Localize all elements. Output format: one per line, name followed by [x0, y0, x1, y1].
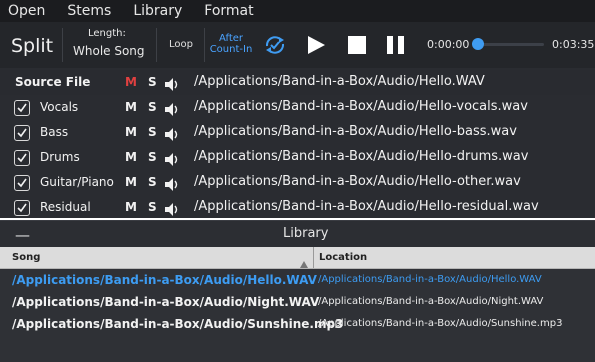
column-divider[interactable]	[313, 247, 314, 268]
mute-button[interactable]: M	[125, 200, 137, 214]
after-count-in-button[interactable]: After Count-In	[209, 33, 253, 55]
toolbar-divider	[156, 28, 157, 62]
stem-checkbox[interactable]	[14, 200, 30, 216]
solo-button[interactable]: S	[148, 75, 157, 89]
solo-button[interactable]: S	[148, 175, 157, 189]
stem-name: Bass	[40, 125, 69, 139]
speaker-icon[interactable]	[165, 176, 179, 195]
solo-button[interactable]: S	[148, 100, 157, 114]
stem-name: Residual	[40, 200, 91, 214]
menu-open[interactable]: Open	[0, 3, 57, 19]
stem-checkbox[interactable]	[14, 175, 30, 191]
stem-row-bass: Bass M S /Applications/Band-in-a-Box/Aud…	[0, 120, 595, 145]
app-title: Split	[11, 35, 54, 57]
source-file-label: Source File	[15, 75, 91, 89]
menu-format[interactable]: Format	[194, 3, 265, 19]
loop-button[interactable]: Loop	[169, 39, 193, 50]
progress-slider[interactable]	[478, 43, 544, 46]
stem-name: Vocals	[40, 100, 79, 114]
menu-bar: Open Stems Library Format	[0, 0, 595, 22]
stem-path: /Applications/Band-in-a-Box/Audio/Hello-…	[194, 149, 529, 164]
song-cell: /Applications/Band-in-a-Box/Audio/Sunshi…	[12, 317, 344, 331]
stem-row-drums: Drums M S /Applications/Band-in-a-Box/Au…	[0, 145, 595, 170]
length-label: Length:	[88, 28, 126, 39]
stem-row-vocals: Vocals M S /Applications/Band-in-a-Box/A…	[0, 95, 595, 120]
stem-checkbox[interactable]	[14, 100, 30, 116]
stem-checkbox[interactable]	[14, 125, 30, 141]
stem-name: Guitar/Piano	[40, 175, 114, 189]
column-header-song[interactable]: Song	[12, 252, 40, 263]
toolbar: Split Length: Whole Song Loop After Coun…	[0, 22, 595, 68]
stem-row-residual: Residual M S /Applications/Band-in-a-Box…	[0, 195, 595, 220]
speaker-icon[interactable]	[165, 101, 179, 120]
source-file-row: Source File M S /Applications/Band-in-a-…	[0, 70, 595, 95]
split-window: Open Stems Library Format Split Length: …	[0, 0, 595, 362]
pause-icon[interactable]	[387, 36, 405, 58]
library-header: — Library	[0, 220, 595, 247]
speaker-icon[interactable]	[165, 126, 179, 145]
stem-name: Drums	[40, 150, 80, 164]
table-row[interactable]: /Applications/Band-in-a-Box/Audio/Hello.…	[0, 269, 595, 290]
stem-path: /Applications/Band-in-a-Box/Audio/Hello-…	[194, 99, 528, 114]
after-count-in-line2: Count-In	[209, 44, 253, 55]
column-header-location[interactable]: Location	[319, 252, 367, 263]
location-cell: /Applications/Band-in-a-Box/Audio/Night.…	[318, 296, 544, 307]
location-cell: /Applications/Band-in-a-Box/Audio/Hello.…	[318, 274, 542, 285]
source-file-path: /Applications/Band-in-a-Box/Audio/Hello.…	[194, 74, 485, 89]
stems-panel: Source File M S /Applications/Band-in-a-…	[0, 68, 595, 218]
table-header: Song Location	[0, 247, 595, 269]
length-selector[interactable]: Whole Song	[73, 44, 145, 58]
collapse-library-button[interactable]: —	[15, 226, 30, 244]
toolbar-divider	[62, 28, 63, 62]
stem-path: /Applications/Band-in-a-Box/Audio/Hello-…	[194, 199, 539, 214]
time-duration: 0:03:35	[552, 38, 595, 51]
menu-stems[interactable]: Stems	[57, 3, 123, 19]
sync-check-icon[interactable]	[263, 34, 287, 60]
stem-path: /Applications/Band-in-a-Box/Audio/Hello-…	[194, 124, 517, 139]
song-cell: /Applications/Band-in-a-Box/Audio/Night.…	[12, 295, 320, 309]
stem-path: /Applications/Band-in-a-Box/Audio/Hello-…	[194, 174, 521, 189]
table-row[interactable]: /Applications/Band-in-a-Box/Audio/Night.…	[0, 291, 595, 312]
mute-button[interactable]: M	[125, 100, 137, 114]
play-icon[interactable]	[307, 36, 325, 58]
time-position: 0:00:00	[427, 38, 470, 51]
solo-button[interactable]: S	[148, 125, 157, 139]
table-row[interactable]: /Applications/Band-in-a-Box/Audio/Sunshi…	[0, 313, 595, 334]
stem-row-guitar-piano: Guitar/Piano M S /Applications/Band-in-a…	[0, 170, 595, 195]
stop-icon[interactable]	[348, 36, 366, 58]
solo-button[interactable]: S	[148, 150, 157, 164]
after-count-in-line1: After	[218, 33, 243, 44]
mute-button[interactable]: M	[125, 175, 137, 189]
mute-button[interactable]: M	[125, 125, 137, 139]
mute-button[interactable]: M	[125, 150, 137, 164]
speaker-icon[interactable]	[165, 76, 179, 95]
stem-checkbox[interactable]	[14, 150, 30, 166]
progress-knob[interactable]	[472, 38, 484, 50]
toolbar-divider	[204, 28, 205, 62]
library-table: Song Location /Applications/Band-in-a-Bo…	[0, 247, 595, 362]
solo-button[interactable]: S	[148, 200, 157, 214]
location-cell: /Applications/Band-in-a-Box/Audio/Sunshi…	[318, 318, 563, 329]
library-title: Library	[283, 226, 329, 241]
speaker-icon[interactable]	[165, 201, 179, 220]
speaker-icon[interactable]	[165, 151, 179, 170]
mute-button[interactable]: M	[125, 75, 137, 89]
song-cell: /Applications/Band-in-a-Box/Audio/Hello.…	[12, 273, 317, 287]
menu-library[interactable]: Library	[123, 3, 194, 19]
